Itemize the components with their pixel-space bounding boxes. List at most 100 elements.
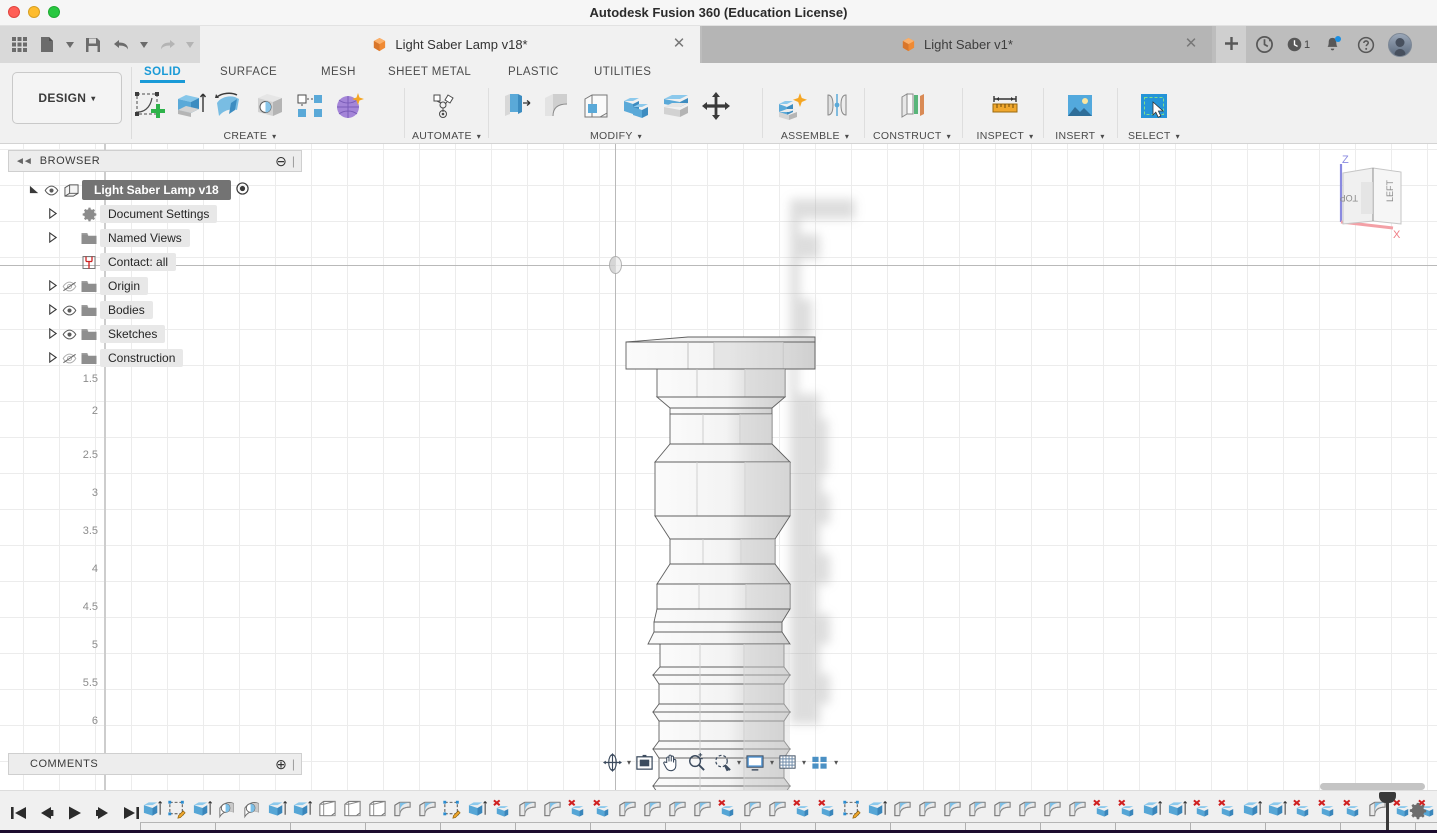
timeline-feature-delete-face[interactable] — [1290, 794, 1315, 824]
timeline-feature-fillet[interactable] — [515, 794, 540, 824]
timeline-feature-fillet[interactable] — [915, 794, 940, 824]
timeline-feature-revolve[interactable] — [215, 794, 240, 824]
pattern-button[interactable] — [291, 85, 329, 127]
timeline-feature-extrude[interactable] — [465, 794, 490, 824]
timeline-feature-fillet[interactable] — [415, 794, 440, 824]
document-tab-1[interactable]: Light Saber v1* ✕ — [702, 26, 1212, 63]
timeline-feature-fillet[interactable] — [640, 794, 665, 824]
measure-button[interactable] — [986, 85, 1024, 127]
app-grid-icon[interactable] — [6, 31, 32, 59]
recent-documents-icon[interactable]: 1 — [1282, 30, 1314, 60]
timeline-feature-fillet[interactable] — [540, 794, 565, 824]
timeline-feature-extrude[interactable] — [1165, 794, 1190, 824]
close-window-button[interactable] — [8, 6, 20, 18]
viewports-button[interactable] — [807, 749, 832, 775]
browser-tree-item-contact-all[interactable]: Contact: all — [8, 250, 302, 274]
timeline-feature-extrude[interactable] — [865, 794, 890, 824]
timeline-feature-extrude[interactable] — [1140, 794, 1165, 824]
workspace-selector[interactable]: DESIGN ▾ — [12, 72, 122, 124]
timeline-feature-delete-face[interactable] — [1340, 794, 1365, 824]
construct-plane-button[interactable] — [893, 85, 931, 127]
fit-caret-icon[interactable]: ▾ — [737, 758, 741, 767]
timeline-feature-extrude[interactable] — [265, 794, 290, 824]
timeline-feature-delete-face[interactable] — [815, 794, 840, 824]
browser-tree-item-origin[interactable]: Origin — [8, 274, 302, 298]
visibility-toggle-icon[interactable] — [60, 353, 78, 364]
expand-arrow-icon[interactable] — [44, 279, 60, 293]
undo-icon[interactable] — [108, 31, 134, 59]
orbit-caret-icon[interactable]: ▾ — [627, 758, 631, 767]
browser-tree-item-document-settings[interactable]: Document Settings — [8, 202, 302, 226]
zoom-button[interactable] — [684, 749, 709, 775]
step-forward-button[interactable] — [92, 798, 114, 828]
create-form-button[interactable] — [331, 85, 369, 127]
new-document-icon[interactable] — [34, 31, 60, 59]
timeline-feature-sketch[interactable] — [840, 794, 865, 824]
browser-tree-item-bodies[interactable]: Bodies — [8, 298, 302, 322]
pan-button[interactable] — [658, 749, 683, 775]
minimize-window-button[interactable] — [28, 6, 40, 18]
play-button[interactable] — [64, 798, 86, 828]
expand-arrow-icon[interactable] — [44, 231, 60, 245]
view-cube[interactable]: Z X TOP LEFT — [1309, 152, 1419, 247]
job-status-icon[interactable] — [1248, 30, 1280, 60]
timeline-feature-extrude[interactable] — [290, 794, 315, 824]
viewports-caret-icon[interactable]: ▾ — [834, 758, 838, 767]
ribbon-tab-mesh[interactable]: MESH — [321, 66, 356, 78]
redo-caret-icon[interactable] — [182, 31, 198, 59]
save-icon[interactable] — [80, 31, 106, 59]
timeline-feature-fillet[interactable] — [890, 794, 915, 824]
resize-grip-icon[interactable]: | — [292, 154, 295, 168]
display-settings-button[interactable] — [742, 749, 768, 775]
ribbon-tab-utilities[interactable]: UTILITIES — [594, 66, 651, 78]
timeline-feature-delete-face[interactable] — [1090, 794, 1115, 824]
minimize-icon[interactable]: ⊖ — [275, 153, 287, 170]
extrude-button[interactable] — [171, 85, 209, 127]
timeline-feature-fillet[interactable] — [1015, 794, 1040, 824]
timeline-feature-shell[interactable] — [340, 794, 365, 824]
shell-button[interactable] — [577, 85, 615, 127]
browser-tree-item-light-saber-lamp-v18[interactable]: Light Saber Lamp v18 — [8, 178, 302, 202]
grid-snaps-button[interactable] — [775, 749, 800, 775]
expand-arrow-icon[interactable] — [44, 327, 60, 341]
new-document-caret-icon[interactable] — [62, 31, 78, 59]
timeline-feature-fillet[interactable] — [1065, 794, 1090, 824]
ribbon-tab-solid[interactable]: SOLID — [139, 66, 186, 83]
timeline-end-marker[interactable] — [1379, 792, 1396, 831]
timeline-feature-fillet[interactable] — [765, 794, 790, 824]
timeline-feature-delete-face[interactable] — [565, 794, 590, 824]
new-tab-button[interactable] — [1216, 26, 1246, 63]
document-tab-0-close-icon[interactable]: ✕ — [672, 36, 686, 51]
go-to-beginning-button[interactable] — [8, 798, 30, 828]
create-sketch-button[interactable] — [131, 85, 169, 127]
browser-tree-item-construction[interactable]: Construction — [8, 346, 302, 370]
go-to-end-button[interactable] — [120, 798, 142, 828]
visibility-toggle-icon[interactable] — [60, 281, 78, 292]
maximize-window-button[interactable] — [48, 6, 60, 18]
timeline-feature-sketch[interactable] — [440, 794, 465, 824]
expand-arrow-icon[interactable] — [26, 184, 42, 197]
undo-caret-icon[interactable] — [136, 31, 152, 59]
new-component-button[interactable] — [770, 85, 814, 127]
revolve-button[interactable] — [211, 85, 249, 127]
timeline-feature-delete-face[interactable] — [590, 794, 615, 824]
timeline-feature-shell[interactable] — [315, 794, 340, 824]
browser-tree-item-sketches[interactable]: Sketches — [8, 322, 302, 346]
timeline-feature-extrude[interactable] — [1240, 794, 1265, 824]
fillet-button[interactable] — [537, 85, 575, 127]
visibility-toggle-icon[interactable] — [60, 329, 78, 340]
timeline-feature-fillet[interactable] — [690, 794, 715, 824]
timeline-feature-sketch[interactable] — [165, 794, 190, 824]
grid-snaps-caret-icon[interactable]: ▾ — [802, 758, 806, 767]
activate-component-radio[interactable] — [236, 182, 249, 198]
timeline-feature-revolve[interactable] — [240, 794, 265, 824]
combine-button[interactable] — [617, 85, 655, 127]
timeline-feature-extrude[interactable] — [190, 794, 215, 824]
browser-tree-item-named-views[interactable]: Named Views — [8, 226, 302, 250]
press-pull-button[interactable] — [497, 85, 535, 127]
timeline-feature-fillet[interactable] — [940, 794, 965, 824]
timeline-feature-fillet[interactable] — [665, 794, 690, 824]
timeline-feature-delete-face[interactable] — [1215, 794, 1240, 824]
select-tool-button[interactable] — [1135, 85, 1173, 127]
step-back-button[interactable] — [36, 798, 58, 828]
